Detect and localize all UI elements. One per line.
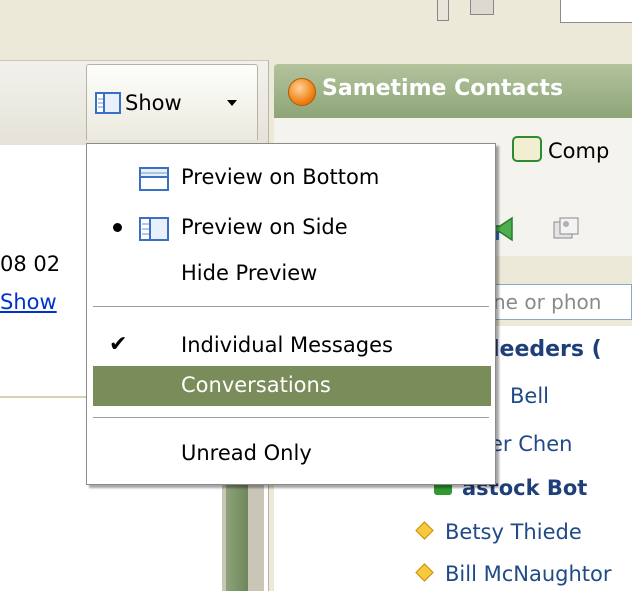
show-dropdown-button[interactable]: Show — [86, 64, 258, 140]
toolbar-button[interactable] — [470, 0, 494, 15]
contact-name: Bill McNaughtor — [445, 562, 612, 586]
away-diamond-icon — [415, 563, 434, 582]
menu-item-label: Preview on Bottom — [181, 165, 380, 189]
show-button-label: Show — [125, 91, 182, 115]
contact-name: Betsy Thiede — [445, 520, 582, 544]
menu-item-label: Conversations — [181, 373, 331, 397]
contact-item[interactable]: er Chen — [490, 432, 572, 456]
checkmark-icon: ✔ — [109, 332, 128, 357]
preview-side-icon — [95, 92, 121, 114]
compose-button-label: Comp — [548, 139, 610, 163]
away-diamond-icon — [415, 521, 434, 540]
menu-item-preview-bottom[interactable]: Preview on Bottom — [87, 158, 495, 198]
top-search-field[interactable] — [560, 0, 632, 23]
show-dropdown-menu: Preview on Bottom Preview on Side Hide P… — [86, 143, 496, 485]
contact-item[interactable]: Betsy Thiede — [415, 520, 582, 544]
preview-side-icon — [139, 217, 169, 241]
top-toolbar — [0, 0, 632, 60]
compose-button[interactable]: Comp — [512, 136, 609, 163]
menu-item-label: Hide Preview — [181, 261, 318, 285]
menu-item-unread-only[interactable]: Unread Only — [87, 434, 495, 474]
contact-item[interactable]: Bill McNaughtor — [415, 562, 612, 586]
menu-separator — [93, 306, 489, 308]
menu-item-preview-side[interactable]: Preview on Side — [87, 208, 495, 248]
contact-search-input[interactable]: ne or phon — [486, 284, 632, 320]
menu-item-label: Preview on Side — [181, 215, 348, 239]
chevron-down-icon — [227, 100, 237, 106]
menu-item-label: Unread Only — [181, 441, 312, 465]
contact-name: Bell — [510, 384, 549, 408]
show-link[interactable]: Show — [0, 290, 57, 314]
contact-name: er Chen — [490, 432, 573, 456]
contact-group-name[interactable]: leeders ( — [492, 337, 602, 362]
menu-item-conversations[interactable]: Conversations — [93, 366, 491, 406]
radio-selected-icon — [113, 223, 122, 232]
preview-bottom-icon — [139, 167, 169, 191]
message-date: 08 02 — [0, 252, 61, 276]
menu-item-hide-preview[interactable]: Hide Preview — [87, 254, 495, 294]
menu-separator — [93, 417, 489, 419]
sametime-title: Sametime Contacts — [322, 76, 564, 101]
menu-item-label: Individual Messages — [181, 333, 393, 357]
menu-item-individual-messages[interactable]: ✔ Individual Messages — [87, 326, 495, 366]
toolbar-handle — [437, 0, 449, 21]
contact-item[interactable]: Bell — [510, 384, 549, 408]
sametime-header[interactable]: Sametime Contacts — [274, 64, 632, 118]
sametime-logo-icon — [288, 78, 316, 106]
contact-card-icon[interactable] — [552, 216, 580, 244]
search-placeholder: ne or phon — [493, 290, 602, 314]
phone-icon — [512, 136, 542, 162]
